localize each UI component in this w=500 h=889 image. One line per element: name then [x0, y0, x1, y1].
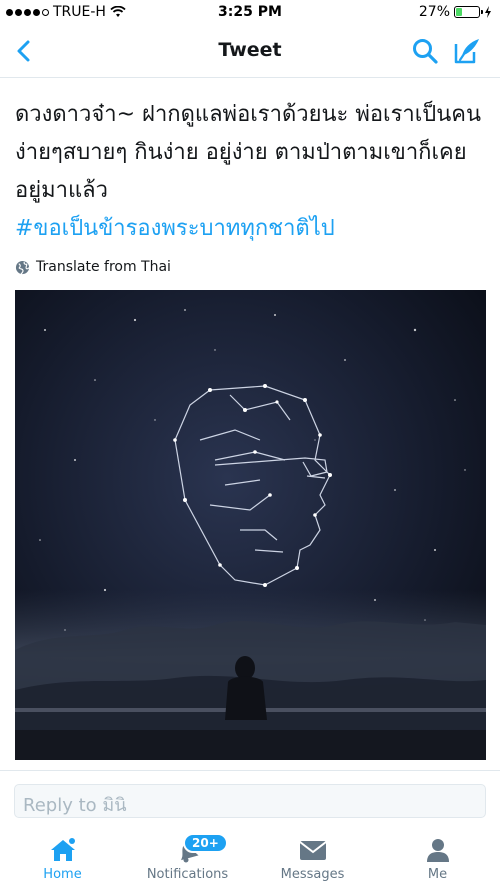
tab-bar: Home 20+ Notifications Messages Me [0, 829, 500, 889]
envelope-icon [298, 841, 327, 860]
constellation-artwork [15, 290, 486, 760]
compose-icon[interactable] [452, 36, 482, 66]
battery-percent: 27% [418, 4, 450, 20]
tab-me[interactable]: Me [375, 829, 500, 889]
person-icon [426, 839, 449, 862]
reply-area: Reply to มินิ [0, 770, 500, 818]
tab-home[interactable]: Home [0, 829, 125, 889]
search-icon[interactable] [410, 36, 440, 66]
translate-link[interactable]: Translate from Thai [15, 259, 171, 275]
tab-messages-label: Messages [280, 867, 345, 882]
status-bar: TRUE-H 3:25 PM 27% [0, 0, 500, 26]
tweet-image[interactable] [15, 290, 486, 760]
tab-notifications[interactable]: 20+ Notifications [125, 829, 250, 889]
tab-notifications-label: Notifications [146, 867, 229, 882]
tweet-text: ดวงดาวจ๋า~ ฝากดูแลพ่อเราด้วยนะ พ่อเราเป็… [15, 96, 490, 248]
reply-input[interactable]: Reply to มินิ [14, 784, 486, 818]
nav-bar: Tweet [0, 26, 500, 78]
tab-me-label: Me [427, 867, 448, 882]
tweet-body: ดวงดาวจ๋า~ ฝากดูแลพ่อเราด้วยนะ พ่อเราเป็… [15, 102, 482, 203]
battery-icon [454, 6, 483, 18]
translate-label: Translate from Thai [36, 259, 171, 275]
home-icon [50, 838, 75, 861]
hashtag-link[interactable]: #ขอเป็นข้ารองพระบาททุกชาติไป [15, 210, 490, 248]
notification-badge: 20+ [183, 833, 228, 853]
globe-icon [15, 260, 30, 274]
tab-messages[interactable]: Messages [250, 829, 375, 889]
charging-icon [485, 6, 491, 18]
battery-status: 27% [419, 4, 492, 20]
tab-home-label: Home [43, 867, 82, 882]
